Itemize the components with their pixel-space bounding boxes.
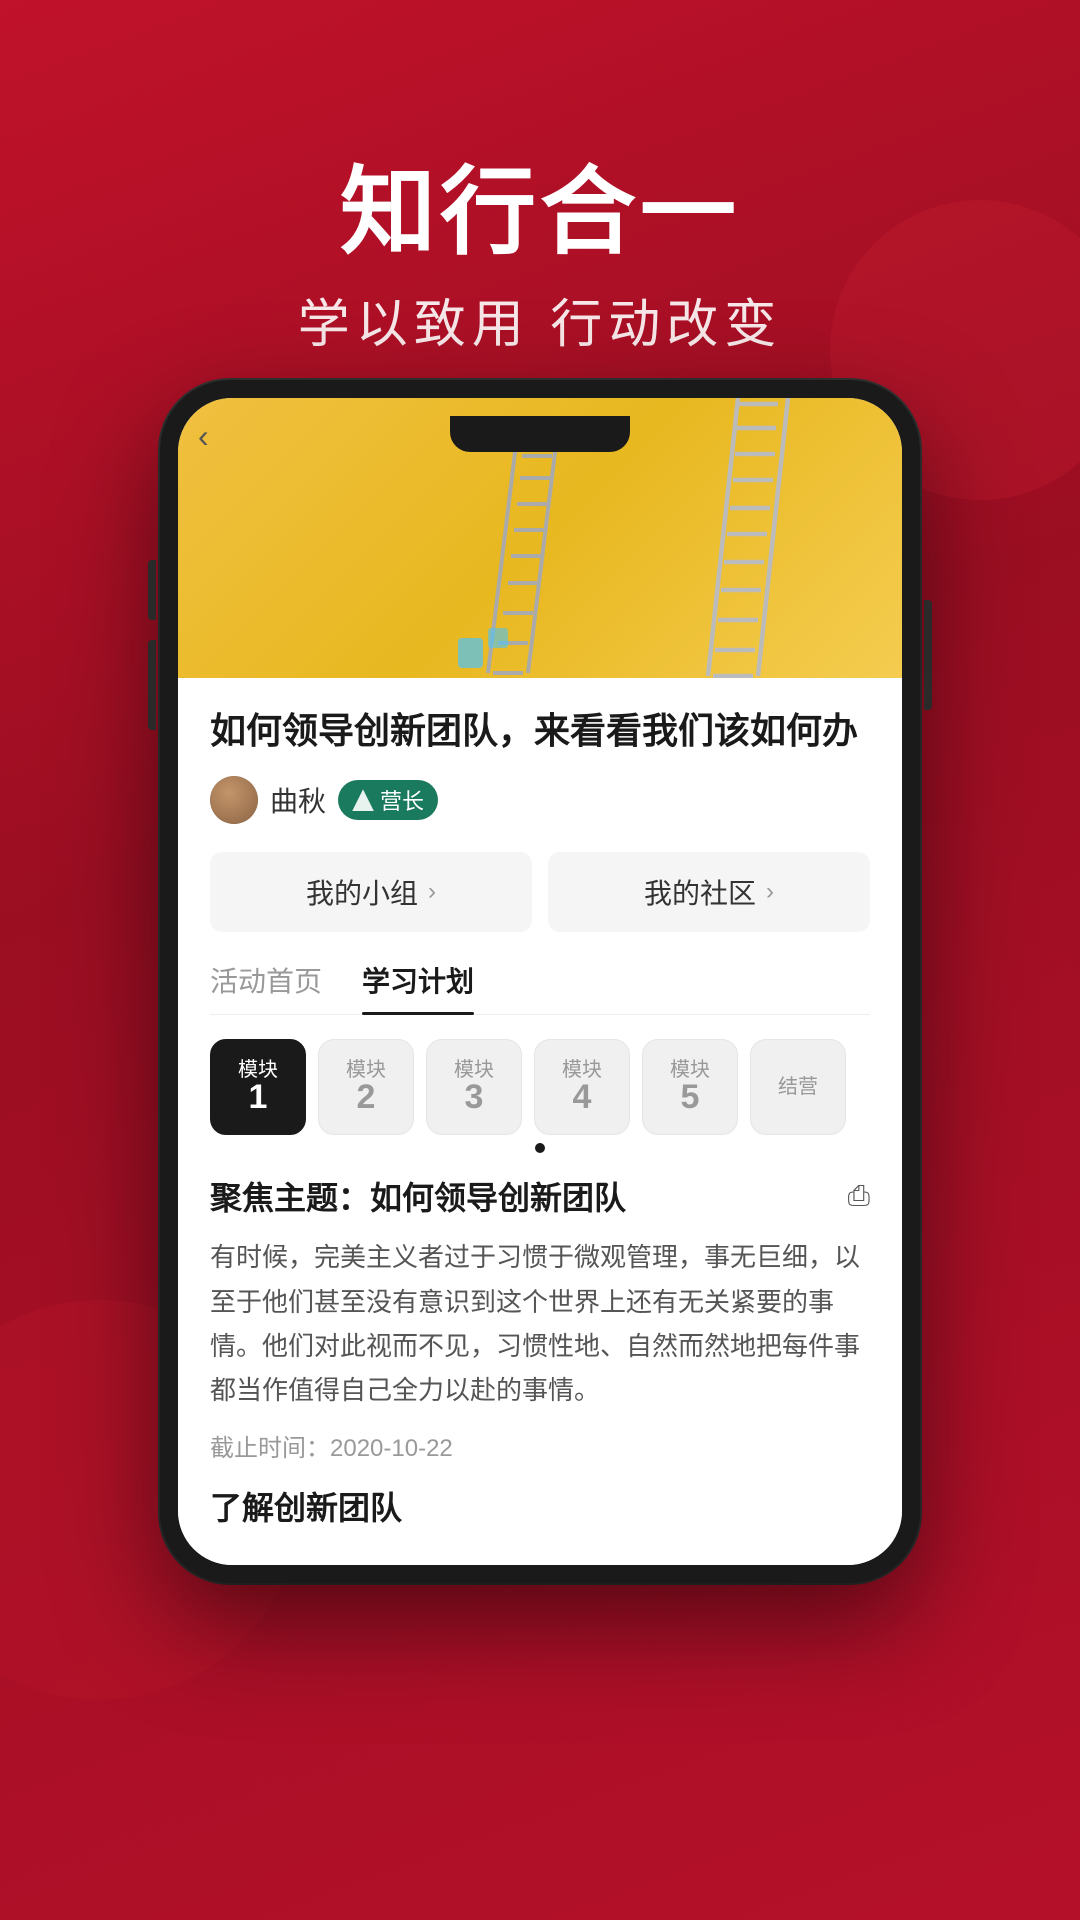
module-num-3: 3	[465, 1080, 484, 1114]
phone-frame: ‹ 如何领导创新团队，来看看我们该如何办 曲秋 营长	[160, 380, 920, 1583]
module-card-1[interactable]: 模块 1	[210, 1039, 306, 1135]
module-card-5[interactable]: 模块 5	[642, 1039, 738, 1135]
nav-buttons: 我的小组 › 我的社区 ›	[210, 852, 870, 932]
module-label-4: 模块	[562, 1060, 602, 1080]
phone-mockup: ‹ 如何领导创新团队，来看看我们该如何办 曲秋 营长	[160, 380, 920, 1583]
my-group-label: 我的小组	[306, 872, 418, 912]
module-label-1: 模块	[238, 1060, 278, 1080]
header-subtitle: 学以致用 行动改变	[0, 282, 1080, 357]
module-dot-row	[210, 1143, 870, 1153]
header-title: 知行合一	[0, 160, 1080, 266]
my-group-arrow: ›	[428, 878, 436, 906]
author-row: 曲秋 营长	[210, 776, 870, 824]
module-num-2: 2	[357, 1080, 376, 1114]
section-title: 了解创新团队	[210, 1483, 870, 1529]
badge-icon	[352, 789, 374, 811]
badge-label: 营长	[380, 784, 424, 816]
module-label-5: 模块	[670, 1060, 710, 1080]
content-area: 如何领导创新团队，来看看我们该如何办 曲秋 营长 我的小组	[178, 678, 902, 1565]
module-num-4: 4	[573, 1080, 592, 1114]
deadline-text: 截止时间：2020-10-22	[210, 1428, 870, 1463]
header-section: 知行合一 学以致用 行动改变	[0, 0, 1080, 417]
tab-study-plan-label: 学习计划	[362, 966, 474, 997]
focus-body: 有时候，完美主义者过于习惯于微观管理，事无巨细，以至于他们甚至没有意识到这个世界…	[210, 1235, 870, 1412]
module-label-3: 模块	[454, 1060, 494, 1080]
module-card-4[interactable]: 模块 4	[534, 1039, 630, 1135]
my-group-button[interactable]: 我的小组 ›	[210, 852, 532, 932]
my-community-button[interactable]: 我的社区 ›	[548, 852, 870, 932]
tab-activity-home[interactable]: 活动首页	[210, 960, 322, 1014]
share-icon[interactable]: ⎙	[848, 1180, 870, 1213]
phone-notch	[450, 416, 630, 452]
author-name: 曲秋	[270, 780, 326, 820]
modules-row: 模块 1 模块 2 模块 3 模块 4	[210, 1039, 870, 1135]
back-button[interactable]: ‹	[198, 418, 209, 455]
module-num-1: 1	[249, 1080, 268, 1114]
avatar-image	[210, 776, 258, 824]
avatar	[210, 776, 258, 824]
focus-header: 聚焦主题：如何领导创新团队 ⎙	[210, 1173, 870, 1219]
module-card-2[interactable]: 模块 2	[318, 1039, 414, 1135]
focus-title: 聚焦主题：如何领导创新团队	[210, 1173, 626, 1219]
module-dot-indicator	[535, 1143, 545, 1153]
tab-activity-home-label: 活动首页	[210, 966, 322, 997]
focus-section: 聚焦主题：如何领导创新团队 ⎙ 有时候，完美主义者过于习惯于微观管理，事无巨细，…	[210, 1173, 870, 1545]
module-label-end: 结营	[778, 1077, 818, 1097]
article-title: 如何领导创新团队，来看看我们该如何办	[210, 706, 870, 756]
module-label-2: 模块	[346, 1060, 386, 1080]
phone-side-btn-vol2	[148, 640, 156, 730]
phone-screen: ‹ 如何领导创新团队，来看看我们该如何办 曲秋 营长	[178, 398, 902, 1565]
tab-study-plan[interactable]: 学习计划	[362, 960, 474, 1014]
my-community-arrow: ›	[766, 878, 774, 906]
module-card-end[interactable]: 结营	[750, 1039, 846, 1135]
module-card-3[interactable]: 模块 3	[426, 1039, 522, 1135]
tabs-row: 活动首页 学习计划	[210, 960, 870, 1015]
module-num-5: 5	[681, 1080, 700, 1114]
author-badge: 营长	[338, 780, 438, 820]
phone-side-btn-power	[924, 600, 932, 710]
my-community-label: 我的社区	[644, 872, 756, 912]
phone-side-btn-vol	[148, 560, 156, 620]
